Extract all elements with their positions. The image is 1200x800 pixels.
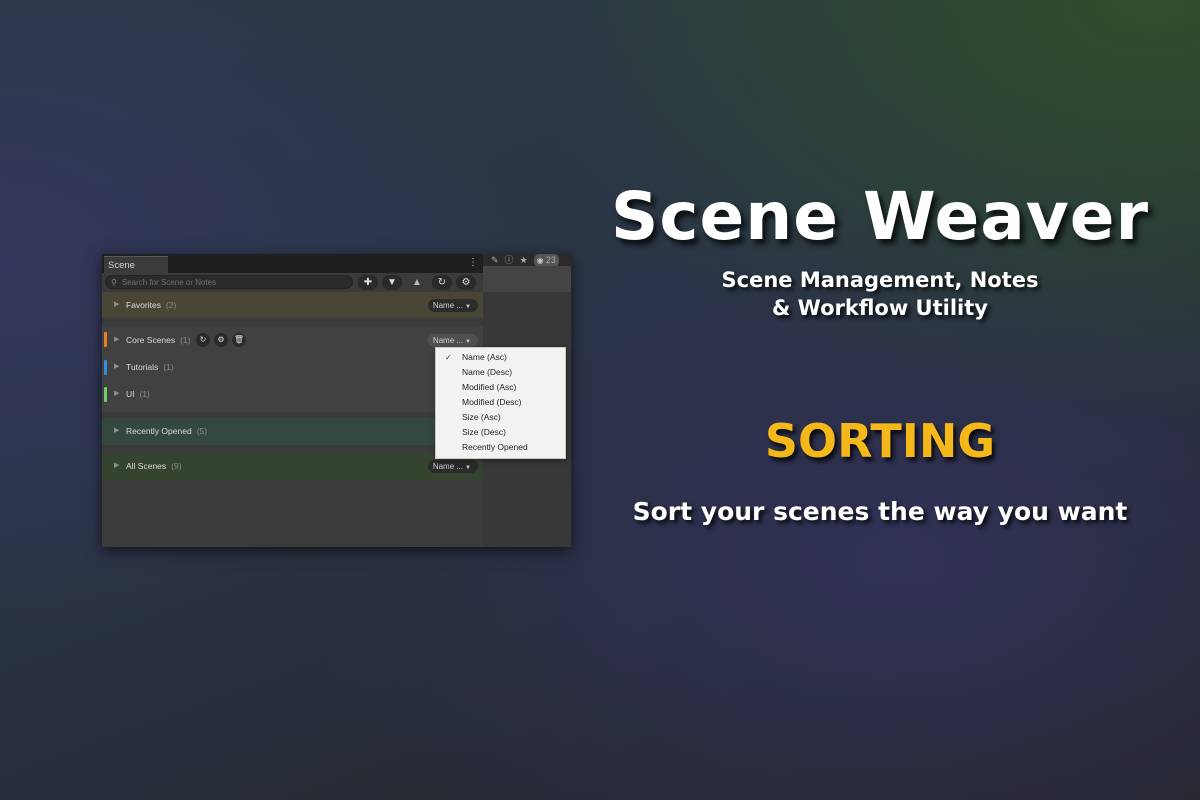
sort-option[interactable]: Size (Desc)	[436, 425, 565, 440]
checkmark-icon: ✓	[445, 353, 452, 362]
subtitle-line-1: Scene Management, Notes	[721, 268, 1039, 292]
panel-toolbar: ⚲ ✚ ▼ ▲ ↻ ⚙	[102, 273, 483, 292]
refresh-button[interactable]: ↻	[432, 275, 452, 290]
search-icon: ⚲	[111, 277, 117, 287]
group-count: (1)	[163, 362, 174, 372]
sort-option[interactable]: Modified (Asc)	[436, 380, 565, 395]
add-scene-button[interactable]: ✚	[358, 275, 378, 290]
group-color-bar	[104, 332, 107, 347]
group-ui[interactable]: ▶ UI (1)	[102, 381, 483, 408]
sort-dropdown-core[interactable]: Name ... ▼	[427, 334, 478, 347]
caret-down-icon: ▼	[465, 465, 471, 471]
group-color-bar	[104, 360, 107, 375]
search-input[interactable]	[121, 277, 322, 287]
star-icon[interactable]: ★	[520, 254, 528, 266]
settings-button[interactable]: ⚙	[456, 275, 476, 290]
section-count: (9)	[171, 461, 182, 471]
feature-heading: SORTING	[764, 414, 996, 468]
trash-icon[interactable]: 🗑	[232, 333, 246, 347]
group-core-scenes[interactable]: ▶ Core Scenes (1) ↻ ⚙ 🗑 Name ... ▼	[102, 326, 483, 354]
section-all-scenes: ▶ All Scenes (9) Name ... ▼	[102, 453, 483, 480]
section-header-all[interactable]: ▶ All Scenes (9) Name ... ▼	[102, 453, 483, 479]
section-favorites: ▶ Favorites (2) Name ... ▼	[102, 292, 483, 318]
triangle-down-icon: ▼	[387, 277, 397, 288]
refresh-icon[interactable]: ↻	[196, 333, 210, 347]
expand-arrow-icon[interactable]: ▶	[114, 389, 119, 399]
sort-option[interactable]: Modified (Desc)	[436, 395, 565, 410]
tab-bar: Scene Weaver ⋮	[102, 254, 483, 288]
search-field[interactable]: ⚲	[105, 275, 353, 289]
section-label: All Scenes	[126, 461, 167, 471]
subtitle-line-2: & Workflow Utility	[772, 296, 988, 320]
section-label: Recently Opened	[126, 426, 192, 436]
section-count: (2)	[165, 300, 177, 310]
group-label: Tutorials	[126, 362, 159, 372]
adjacent-subbar	[483, 266, 571, 292]
feature-tagline: Sort your scenes the way you want	[632, 497, 1128, 526]
expand-all-button[interactable]: ▲	[407, 275, 427, 290]
info-icon[interactable]: ⓘ	[505, 254, 514, 266]
expand-arrow-icon[interactable]: ▶	[114, 426, 119, 436]
sort-option[interactable]: Name (Desc)	[436, 365, 565, 380]
product-title: Scene Weaver	[610, 178, 1150, 255]
section-label: Favorites	[126, 300, 161, 310]
gear-icon[interactable]: ⚙	[214, 333, 228, 347]
sort-dropdown-all[interactable]: Name ... ▼	[427, 460, 478, 473]
group-color-bar	[104, 387, 107, 402]
triangle-up-icon: ▲	[412, 277, 422, 288]
section-custom-groups: ▶ Core Scenes (1) ↻ ⚙ 🗑 Name ... ▼ ▶ Tutor…	[102, 326, 483, 412]
gear-icon: ⚙	[461, 277, 471, 288]
caret-down-icon: ▼	[465, 304, 471, 310]
caret-down-icon: ▼	[465, 339, 471, 345]
refresh-icon: ↻	[437, 277, 447, 288]
expand-arrow-icon[interactable]: ▶	[114, 300, 119, 310]
section-header-favorites[interactable]: ▶ Favorites (2) Name ... ▼	[102, 292, 483, 318]
group-tutorials[interactable]: ▶ Tutorials (1)	[102, 354, 483, 381]
expand-arrow-icon[interactable]: ▶	[114, 461, 119, 471]
vertical-dots-icon[interactable]: ⋮	[468, 256, 478, 270]
plus-icon: ✚	[363, 277, 373, 288]
product-subtitle: Scene Management, Notes & Workflow Utili…	[600, 266, 1160, 322]
sort-dropdown-favorites[interactable]: Name ... ▼	[427, 299, 478, 312]
adjacent-toolbar: ✎ ⓘ ★ ◉ 23	[483, 253, 571, 267]
group-count: (1)	[180, 335, 191, 345]
section-recently-opened: ▶ Recently Opened (5)	[102, 418, 483, 445]
sort-option[interactable]: ✓ Name (Asc)	[436, 350, 565, 365]
collapse-all-button[interactable]: ▼	[382, 275, 402, 290]
sort-menu: ✓ Name (Asc) Name (Desc) Modified (Asc) M…	[435, 347, 566, 459]
group-count: (1)	[139, 389, 150, 399]
section-count: (5)	[196, 426, 208, 436]
scene-weaver-panel: Scene Weaver ⋮ ⚲ ✚ ▼ ▲ ↻ ⚙ ▶ Favorites (2…	[102, 254, 483, 547]
group-label: Core Scenes	[126, 335, 176, 345]
brush-icon[interactable]: ✎	[491, 254, 499, 266]
tab-scene-weaver[interactable]: Scene Weaver	[104, 256, 168, 288]
group-label: UI	[126, 389, 135, 399]
section-header-recent[interactable]: ▶ Recently Opened (5)	[102, 418, 483, 444]
sort-option[interactable]: Recently Opened	[436, 440, 565, 455]
visibility-count[interactable]: ◉ 23	[533, 253, 559, 267]
sort-option[interactable]: Size (Asc)	[436, 410, 565, 425]
expand-arrow-icon[interactable]: ▶	[114, 362, 119, 372]
expand-arrow-icon[interactable]: ▶	[114, 335, 119, 345]
